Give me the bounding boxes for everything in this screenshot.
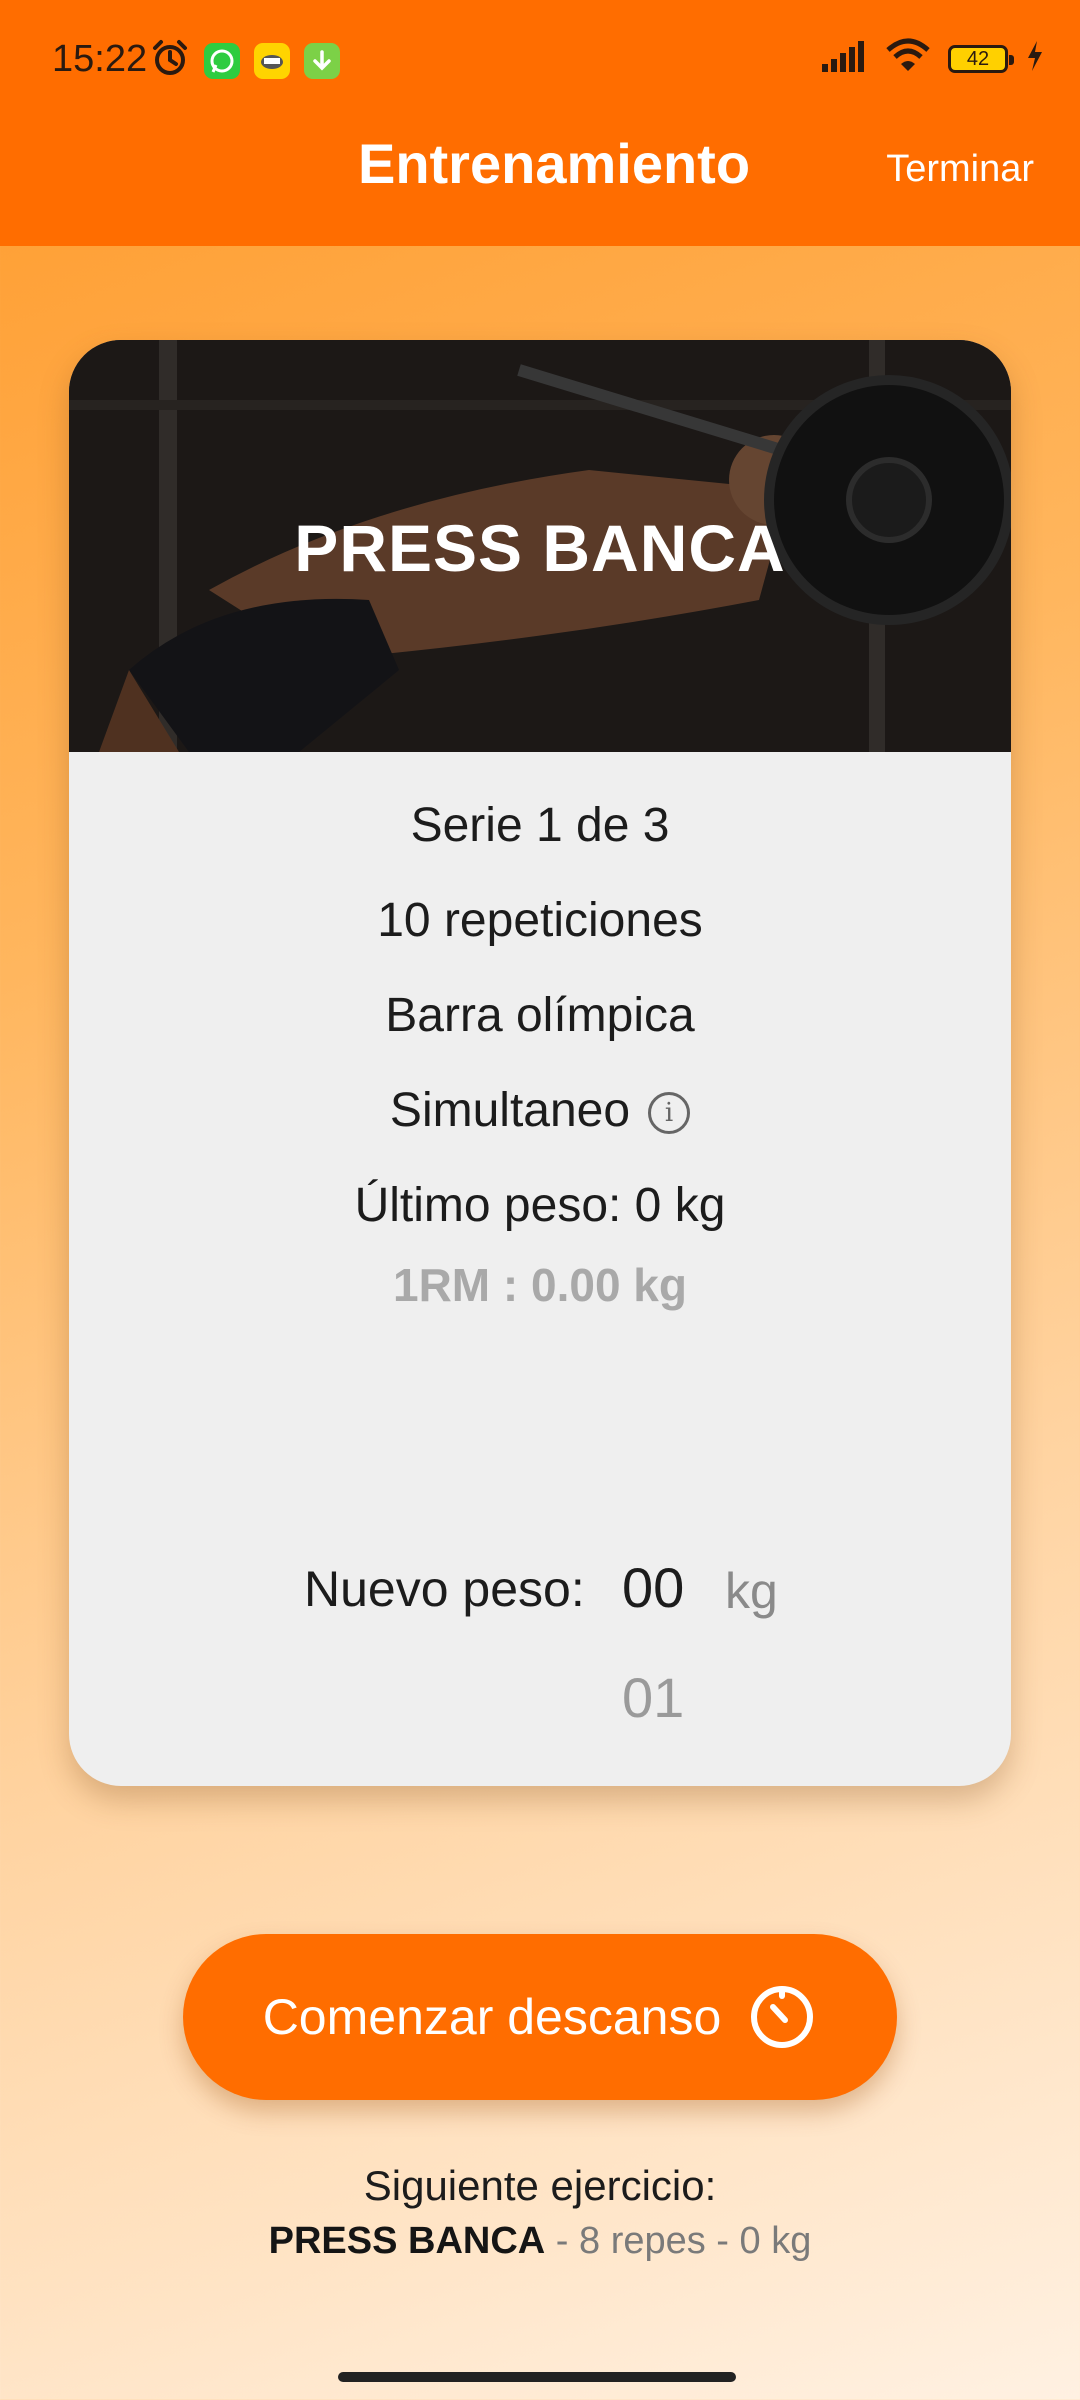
exercise-image: PRESS BANCA [69,340,1011,752]
status-bar: 15:22 42 [0,0,1080,122]
equipment-text: Barra olímpica [385,989,695,1042]
weight-unit: kg [725,1563,778,1619]
start-rest-button[interactable]: Comenzar descanso [183,1934,897,2100]
next-exercise-title: Siguiente ejercicio: [363,2162,717,2209]
next-exercise-line: PRESS BANCA - 8 repes - 0 kg [0,2220,1080,2263]
battery-icon: 42 [948,44,1014,73]
notification-icons [150,38,340,83]
reps-text: 10 repeticiones [377,894,703,947]
new-weight-label: Nuevo peso: [304,1561,585,1617]
alarm-icon [150,38,190,83]
finish-button[interactable]: Terminar [886,148,1034,191]
next-exercise-name: PRESS BANCA [268,2220,546,2262]
info-icon[interactable]: i [648,1092,691,1135]
exercise-card: PRESS BANCA Serie 1 de 3 10 repeticiones… [69,340,1011,1786]
next-exercise-details: - 8 repes - 0 kg [545,2220,812,2262]
weight-picker-next[interactable]: 01 [622,1665,684,1730]
status-time: 15:22 [52,38,148,80]
wifi-icon [886,38,930,79]
whatsapp-icon [204,42,240,79]
mode-row: Simultaneo i [69,1083,1011,1138]
download-icon [304,42,340,79]
weight-picker-value[interactable]: 00 [622,1555,684,1620]
one-rm-text: 1RM : 0.00 kg [393,1259,687,1311]
signal-icon [820,40,868,77]
system-icons: 42 [820,38,1044,79]
set-counter: Serie 1 de 3 [410,799,670,852]
last-weight-text: Último peso: 0 kg [354,1179,726,1232]
app-icon [254,42,290,79]
exercise-title: PRESS BANCA [294,511,786,585]
timer-icon [747,1980,817,2055]
mode-text: Simultaneo [389,1084,631,1137]
app-header: Entrenamiento Terminar [0,122,1080,246]
charging-icon [1026,41,1044,76]
start-rest-label: Comenzar descanso [262,1989,722,2045]
home-indicator[interactable] [338,2372,736,2382]
